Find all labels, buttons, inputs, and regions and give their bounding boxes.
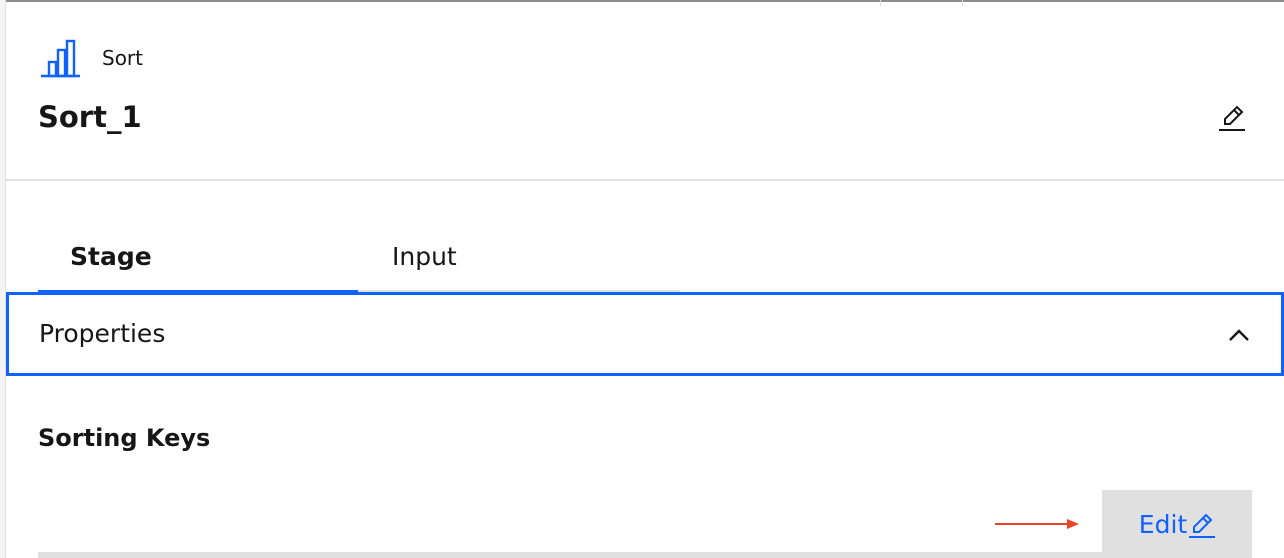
accordion-title: Properties (39, 319, 166, 348)
top-border-tick (880, 0, 881, 6)
top-border (0, 0, 1284, 2)
sorting-keys-table-edge (38, 552, 1102, 558)
annotation-arrow-icon (995, 516, 1079, 532)
header-divider (6, 179, 1284, 181)
tab-stage[interactable]: Stage (38, 222, 358, 294)
stage-properties-panel: Sort Sort_1 Stage Input Properties Sorti… (0, 0, 1284, 558)
sorting-keys-heading: Sorting Keys (38, 424, 211, 452)
stage-type-label: Sort (102, 46, 143, 70)
properties-accordion-header[interactable]: Properties (6, 292, 1284, 376)
top-border-tick (962, 0, 963, 6)
tab-list: Stage Input (38, 222, 680, 294)
pencil-icon (1217, 103, 1247, 137)
pencil-icon (1189, 510, 1216, 538)
bar-chart-icon (40, 38, 80, 78)
stage-type: Sort (40, 38, 143, 78)
tab-label: Stage (70, 241, 152, 271)
chevron-up-icon (1223, 319, 1255, 351)
edit-sorting-keys-button[interactable]: Edit (1102, 490, 1252, 558)
tab-label: Input (392, 241, 457, 271)
tab-input[interactable]: Input (358, 222, 680, 294)
stage-name: Sort_1 (38, 100, 142, 134)
rename-stage-button[interactable] (1212, 100, 1252, 140)
left-border (0, 0, 6, 558)
edit-label: Edit (1138, 509, 1188, 539)
